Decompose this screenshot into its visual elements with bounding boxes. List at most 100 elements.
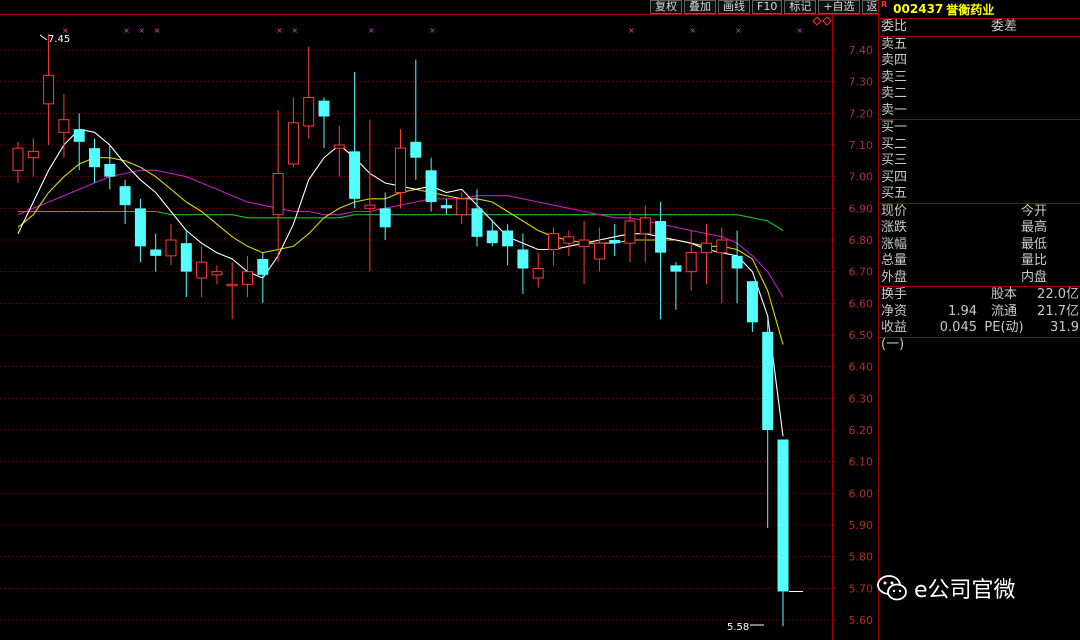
fin-value-left: 1.94 (948, 303, 977, 319)
candle-body (395, 147, 406, 194)
candle-body (89, 148, 100, 168)
candle (440, 198, 452, 215)
candle (349, 72, 361, 209)
fin-label-right: 股本 (990, 287, 1017, 302)
y-tick-label: 6.00 (849, 487, 874, 500)
y-tick-label: 7.00 (849, 171, 874, 184)
candle-body (655, 221, 667, 253)
quote-label-left: 现价 (881, 203, 908, 219)
candle-body (532, 268, 544, 279)
candle-body (257, 259, 269, 275)
y-tick-label: 7.20 (849, 107, 874, 120)
candle-body (670, 265, 682, 272)
buy-row[interactable]: 买二 (879, 137, 1080, 154)
y-tick-label: 5.80 (849, 551, 874, 564)
candle (272, 110, 284, 263)
buy-level-label: 买一 (881, 120, 908, 135)
candle-body (456, 198, 468, 216)
toolbar-button[interactable]: 叠加 (684, 0, 716, 14)
candle-body (578, 239, 590, 247)
buy-row[interactable]: 买一 (879, 120, 1080, 137)
candle (777, 439, 789, 627)
toolbar: 复权叠加画线F10标记+自选返回 (650, 0, 896, 14)
stock-header[interactable]: R 002437 誉衡药业 (879, 0, 1080, 19)
candle (548, 227, 559, 266)
high-label-pointer (39, 34, 48, 41)
buy-row[interactable]: 买三 (879, 153, 1080, 170)
event-marker: × (689, 26, 696, 35)
candle-body (134, 208, 146, 247)
watermark-text: e公司官微 (914, 578, 1016, 603)
sell-row[interactable]: 卖一 (879, 103, 1080, 120)
candle-body (349, 151, 361, 199)
quote-label-right: 最低 (1020, 236, 1047, 252)
candle-body (410, 141, 422, 158)
candle (762, 319, 774, 529)
event-marker: × (628, 26, 635, 35)
candle-body (119, 186, 131, 206)
buy-row[interactable]: 买五 (879, 186, 1080, 203)
quote-label-left: 涨幅 (881, 236, 908, 252)
candle (364, 119, 376, 272)
candle-body (563, 236, 575, 244)
sell-orders: 卖五 卖四 卖三 卖二卖一 (879, 37, 1080, 120)
event-marker: × (276, 26, 283, 35)
buy-level-label: 买五 (881, 186, 908, 201)
candle-body (762, 331, 774, 430)
candle-body (180, 243, 192, 272)
candle (104, 145, 116, 190)
candle (746, 281, 758, 332)
candle (655, 202, 667, 320)
toolbar-button[interactable]: 复权 (650, 0, 682, 14)
candle-body (165, 239, 177, 257)
y-tick-label: 7.40 (849, 44, 874, 57)
candle (12, 141, 24, 183)
sell-row[interactable]: 卖三 (879, 70, 1080, 87)
event-marker: × (123, 26, 130, 35)
candle (532, 252, 544, 288)
fin-label-left: 收益(一) (881, 320, 908, 352)
sell-row[interactable]: 卖四 (879, 53, 1080, 70)
event-marker: × (138, 26, 145, 35)
candle (89, 138, 100, 183)
candle-body (333, 144, 345, 149)
candle (456, 192, 468, 225)
y-tick-label: 6.90 (849, 202, 874, 215)
y-tick-label: 7.10 (849, 139, 874, 152)
quote-label-right: 今开 (1020, 203, 1047, 219)
candle-body (685, 252, 697, 273)
diamond-icon (822, 16, 832, 26)
candle (639, 205, 651, 263)
candlestick-chart[interactable]: 7.40 7.30 7.20 7.10 7.00 6.90 6.80 6.70 6.60 6.50… (0, 0, 878, 640)
high-price-label: 7.45 (48, 34, 70, 45)
candle-body (272, 173, 284, 216)
candle (502, 224, 514, 266)
toolbar-button[interactable]: 画线 (718, 0, 750, 14)
toolbar-button[interactable]: +自选 (818, 0, 860, 14)
quote-row: 涨跌 最高 (879, 220, 1080, 237)
sell-row[interactable]: 卖五 (879, 37, 1080, 54)
y-tick-label: 5.60 (849, 614, 874, 627)
candle (165, 224, 177, 266)
candle-body (548, 233, 559, 251)
sell-row[interactable]: 卖二 (879, 86, 1080, 103)
sell-level-label: 卖二 (881, 86, 908, 101)
candle (593, 227, 605, 272)
candle-body (287, 122, 299, 165)
toolbar-button[interactable]: F10 (752, 0, 783, 14)
event-marker: × (154, 26, 161, 35)
fin-row: 换手 股本 22.0亿 (879, 287, 1080, 304)
candle-body (502, 230, 514, 247)
buy-row[interactable]: 买四 (879, 170, 1080, 187)
candle-body (104, 164, 116, 177)
candle-body (639, 217, 651, 235)
quote-row: 现价 今开 (879, 204, 1080, 221)
candle-body (73, 129, 85, 142)
candle-body (379, 208, 391, 228)
event-marker: × (735, 26, 742, 35)
toolbar-button[interactable]: 标记 (784, 0, 817, 14)
y-tick-label: 6.50 (849, 329, 874, 342)
candle (58, 94, 70, 158)
candle (27, 138, 39, 177)
candle (150, 233, 162, 272)
